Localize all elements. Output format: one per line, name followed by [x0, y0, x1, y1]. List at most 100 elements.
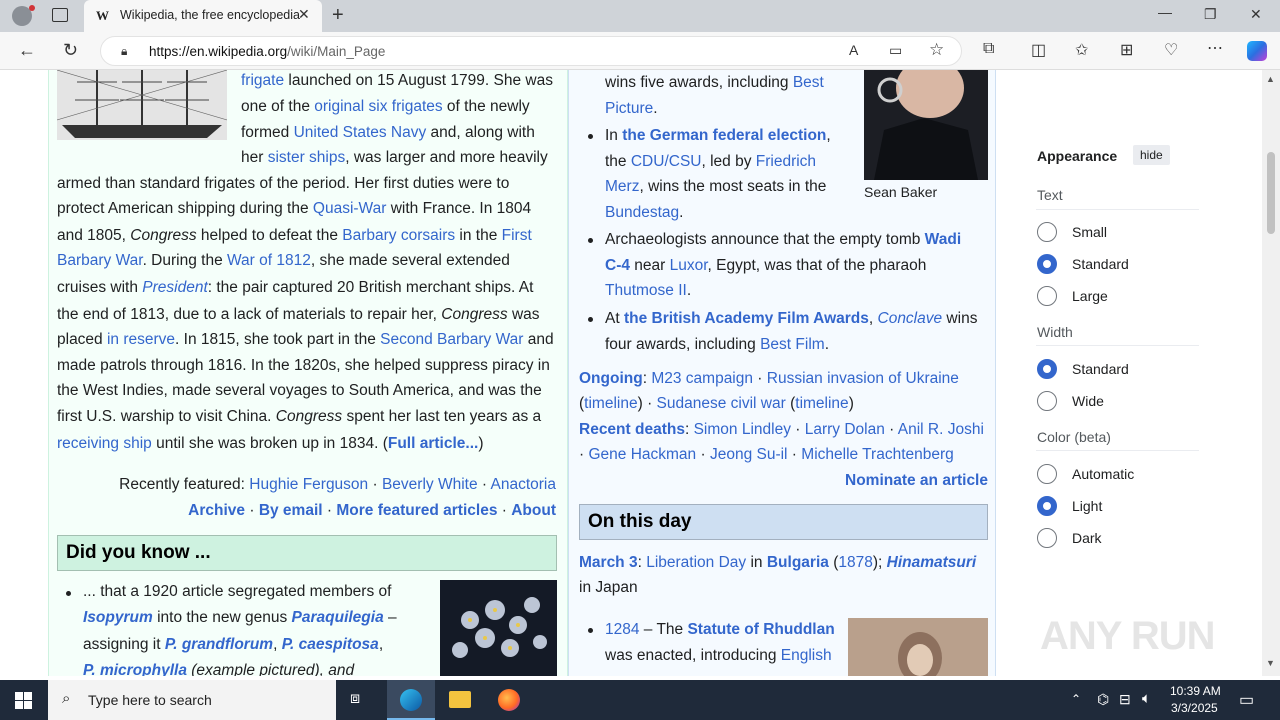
label-width-wide[interactable]: Wide	[1072, 393, 1104, 409]
scroll-down-arrow-icon[interactable]: ▼	[1266, 658, 1275, 668]
link-about[interactable]: About	[511, 502, 556, 519]
label-text-large[interactable]: Large	[1072, 288, 1108, 304]
link-quasi-war[interactable]: Quasi-War	[313, 200, 387, 217]
link-picture[interactable]: Picture	[605, 100, 653, 117]
favorites-icon[interactable]: ✩	[1075, 40, 1088, 60]
label-width-standard[interactable]: Standard	[1072, 361, 1129, 377]
refresh-icon[interactable]: ↻	[63, 40, 78, 61]
link-full-article[interactable]: Full article...	[388, 435, 478, 452]
link-isopyrum[interactable]: Isopyrum	[83, 609, 153, 626]
taskbar-search-field[interactable]: ⌕ Type here to search	[48, 680, 336, 720]
link-anactoria[interactable]: Anactoria	[491, 476, 556, 493]
collections-icon[interactable]: ⊞	[1120, 40, 1133, 60]
nominate-link[interactable]: Nominate an article	[845, 472, 988, 490]
link-bundestag[interactable]: Bundestag	[605, 204, 679, 221]
link-bafta[interactable]: the British Academy Film Awards	[624, 310, 869, 327]
radio-color-dark[interactable]	[1037, 528, 1057, 548]
link-second-barbary-war[interactable]: Second Barbary War	[380, 331, 523, 348]
link-german-federal-election[interactable]: the German federal election	[622, 127, 826, 144]
link-larry-dolan[interactable]: Larry Dolan	[805, 421, 885, 438]
link-merz[interactable]: Merz	[605, 178, 639, 195]
minimize-icon[interactable]: —	[1158, 4, 1172, 20]
volume-icon[interactable]: 🔈︎	[1142, 690, 1151, 707]
link-by-email[interactable]: By email	[259, 502, 323, 519]
link-liberation-day[interactable]: Liberation Day	[646, 554, 746, 571]
task-view-icon[interactable]: ⧈	[350, 690, 360, 708]
link-p-microphylla[interactable]: P. microphylla	[83, 662, 187, 676]
tray-overflow-icon[interactable]: ⌃	[1071, 692, 1081, 706]
label-text-standard[interactable]: Standard	[1072, 256, 1129, 272]
windows-start-icon[interactable]	[15, 692, 32, 709]
link-hinamatsuri[interactable]: Hinamatsuri	[887, 554, 977, 571]
link-hughie-ferguson[interactable]: Hughie Ferguson	[249, 476, 368, 493]
clock-time[interactable]: 10:39 AM	[1170, 684, 1221, 698]
more-menu-icon[interactable]: ⋯	[1207, 38, 1223, 58]
scrollbar-thumb[interactable]	[1267, 152, 1275, 234]
link-archive[interactable]: Archive	[188, 502, 245, 519]
read-aloud-icon[interactable]: A	[849, 42, 858, 58]
link-anil-joshi[interactable]: Anil R. Joshi	[898, 421, 984, 438]
sean-baker-image[interactable]	[864, 70, 988, 180]
recent-deaths-label[interactable]: Recent deaths	[579, 421, 685, 438]
link-english[interactable]: English	[781, 647, 832, 664]
link-sister-ships[interactable]: sister ships	[268, 149, 346, 166]
notifications-icon[interactable]: ▭	[1239, 690, 1254, 710]
link-1878[interactable]: 1878	[838, 554, 872, 571]
link-beverly-white[interactable]: Beverly White	[382, 476, 478, 493]
close-tab-icon[interactable]: ✕	[298, 6, 310, 23]
scroll-up-arrow-icon[interactable]: ▲	[1266, 74, 1275, 84]
clock-date[interactable]: 3/3/2025	[1171, 701, 1218, 715]
back-arrow-icon[interactable]: ←	[18, 40, 36, 61]
link-wadi[interactable]: Wadi	[925, 231, 961, 248]
label-color-automatic[interactable]: Automatic	[1072, 466, 1134, 482]
link-bulgaria[interactable]: Bulgaria	[767, 554, 829, 571]
link-michelle-trachtenberg[interactable]: Michelle Trachtenberg	[801, 446, 954, 463]
new-tab-icon[interactable]: +	[332, 4, 344, 27]
otd-image[interactable]	[848, 618, 988, 676]
copilot-icon[interactable]	[1247, 41, 1267, 61]
link-original-six-frigates[interactable]: original six frigates	[314, 98, 442, 115]
firefox-icon[interactable]	[498, 689, 520, 711]
link-statute-of-rhuddlan[interactable]: Statute of Rhuddlan	[687, 621, 834, 638]
link-receiving-ship[interactable]: receiving ship	[57, 435, 152, 452]
file-explorer-icon[interactable]	[449, 691, 471, 708]
radio-text-small[interactable]	[1037, 222, 1057, 242]
network-device-icon[interactable]: ⌬	[1097, 691, 1109, 708]
edge-app-icon[interactable]	[387, 680, 435, 720]
network-icon[interactable]: ⊟	[1119, 691, 1131, 708]
link-timeline[interactable]: timeline	[584, 395, 637, 412]
favorite-star-icon[interactable]: ☆	[929, 40, 944, 60]
label-text-small[interactable]: Small	[1072, 224, 1107, 240]
close-window-icon[interactable]: ✕	[1250, 6, 1262, 23]
label-color-dark[interactable]: Dark	[1072, 530, 1102, 546]
link-paraquilegia[interactable]: Paraquilegia	[292, 609, 384, 626]
link-m23-campaign[interactable]: M23 campaign	[651, 370, 753, 387]
link-simon-lindley[interactable]: Simon Lindley	[694, 421, 791, 438]
paraquilegia-image[interactable]	[440, 580, 557, 676]
link-barbary-war[interactable]: Barbary War	[57, 252, 143, 269]
tab-wikipedia[interactable]: W Wikipedia, the free encyclopedia ✕	[84, 0, 322, 32]
label-color-light[interactable]: Light	[1072, 498, 1102, 514]
performance-icon[interactable]: ♡	[1164, 40, 1178, 60]
link-more-featured-articles[interactable]: More featured articles	[336, 502, 497, 519]
link-us-navy[interactable]: United States Navy	[294, 124, 427, 141]
link-sudanese-civil-war[interactable]: Sudanese civil war	[657, 395, 786, 412]
link-frigate[interactable]: frigate	[241, 72, 284, 89]
link-best[interactable]: Best	[793, 74, 824, 91]
split-screen-icon[interactable]: ◫	[1031, 40, 1046, 60]
link-march-3[interactable]: March 3	[579, 554, 638, 571]
link-conclave[interactable]: Conclave	[878, 310, 943, 327]
link-in-reserve[interactable]: in reserve	[107, 331, 175, 348]
link-timeline-2[interactable]: timeline	[795, 395, 848, 412]
link-barbary-corsairs[interactable]: Barbary corsairs	[342, 227, 455, 244]
url-field[interactable]: 🔒︎ https://en.wikipedia.org/wiki/Main_Pa…	[100, 36, 962, 66]
link-president[interactable]: President	[142, 279, 207, 296]
extensions-icon[interactable]: ⧉	[983, 40, 994, 58]
ongoing-label[interactable]: Ongoing	[579, 370, 643, 387]
lock-icon[interactable]: 🔒︎	[121, 44, 127, 59]
page-scrollbar[interactable]: ▲ ▼	[1262, 70, 1280, 676]
maximize-icon[interactable]: ❐	[1204, 6, 1217, 23]
link-friedrich[interactable]: Friedrich	[756, 153, 816, 170]
link-best-film[interactable]: Best Film	[760, 336, 825, 353]
link-c-4[interactable]: C-4	[605, 257, 630, 274]
